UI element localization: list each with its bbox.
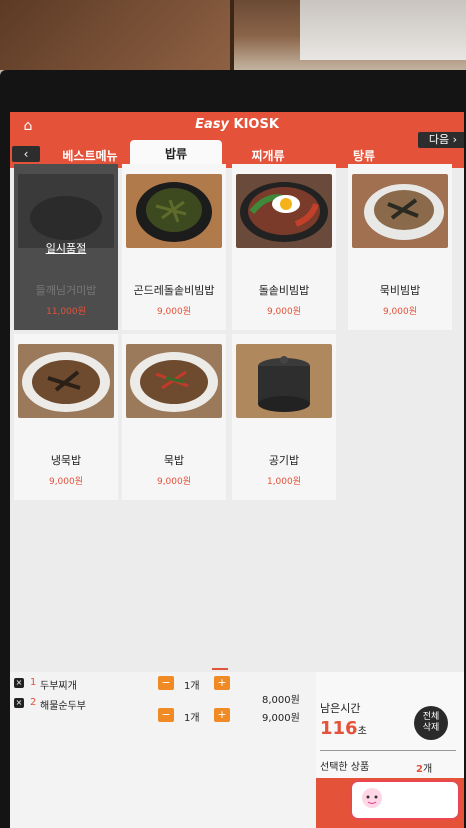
menu-item-soldout: 일시품절 들깨님거미밥 11,000원 [14,164,118,330]
background-window [300,0,466,60]
remove-item-button[interactable]: × [14,698,24,708]
food-photo [236,344,332,418]
background-window-frame [0,0,234,70]
decrease-qty-button[interactable]: − [158,676,174,690]
time-value: 116 [320,718,358,739]
clear-label-2: 삭제 [422,723,440,733]
food-photo [126,344,222,418]
menu-item-name: 냉묵밥 [50,454,82,467]
time-remaining: 116초 [320,718,367,739]
menu-item-price: 1,000원 [266,477,302,487]
row-number: 2 [30,697,37,708]
menu-item-mukbap[interactable]: 묵밥 9,000원 [122,334,226,500]
menu-item-name: 들깨님거미밥 [35,284,97,297]
menu-item-dolsot-bibimbap[interactable]: 돌솥비빔밥 9,000원 [232,164,336,330]
food-photo [236,174,332,248]
selected-count-value: 2 [416,764,423,775]
time-label: 남은시간 [320,702,361,715]
blog-watermark [352,782,458,818]
tab-stew[interactable]: 찌개류 [222,146,314,166]
remove-item-button[interactable]: × [14,678,24,688]
decrease-qty-button[interactable]: − [158,708,174,722]
menu-item-price: 11,000원 [46,307,86,317]
divider [320,750,456,751]
prev-category-button[interactable]: ‹ [12,146,40,162]
brand-title: Easy KIOSK [10,117,464,132]
tab-best[interactable]: 베스트메뉴 [50,146,130,166]
menu-item-name: 공기밥 [268,454,300,467]
menu-item-name: 돌솥비빔밥 [258,284,310,297]
menu-item-name: 곤드레돌솥비빔밥 [133,284,215,297]
increase-qty-button[interactable]: + [214,676,230,690]
brand-prefix: Easy [195,117,229,132]
row-qty: 1개 [184,713,200,724]
selected-label: 선택한 상품 [320,762,370,773]
row-price: 9,000원 [262,713,300,724]
tab-soup[interactable]: 탕류 [318,146,410,166]
menu-item-gonggibap[interactable]: 공기밥 1,000원 [232,334,336,500]
food-photo [18,174,114,248]
soldout-label: 일시품절 [45,242,87,255]
menu-item-name: 묵밥 [163,454,185,467]
increase-qty-button[interactable]: + [214,708,230,722]
menu-item-price: 9,000원 [156,307,192,317]
menu-item-name: 묵비빔밥 [379,284,421,297]
next-category-button[interactable]: 다음 › [418,132,464,148]
category-tabs: ‹ 베스트메뉴 밥류 찌개류 탕류 다음 › [10,132,464,166]
menu-item-price: 9,000원 [266,307,302,317]
clear-all-button[interactable]: 전체 삭제 [414,706,448,740]
row-number: 1 [30,677,37,688]
food-photo [18,344,114,418]
character-icon [362,788,382,808]
selected-count-unit: 개 [422,764,433,775]
food-photo [352,174,448,248]
header-bar: ⌂ Easy KIOSK [10,112,464,146]
menu-item-muk-bibimbap[interactable]: 묵비빔밥 9,000원 [348,164,452,330]
clear-label-1: 전체 [422,712,440,722]
selected-count: 2개 [416,760,432,775]
cart-row-controls: − 1개 + 9,000원 [14,708,314,728]
menu-item-gondre-bibimbap[interactable]: 곤드레돌솥비빔밥 9,000원 [122,164,226,330]
tab-rice[interactable]: 밥류 [130,140,222,166]
menu-item-naeng-mukbap[interactable]: 냉묵밥 9,000원 [14,334,118,500]
menu-item-price: 9,000원 [382,307,418,317]
menu-item-price: 9,000원 [156,477,192,487]
brand-suffix: KIOSK [233,117,279,132]
time-unit: 초 [357,726,367,737]
kiosk-screen: ⌂ Easy KIOSK ‹ 베스트메뉴 밥류 찌개류 탕류 다음 › 일시품절… [10,112,464,828]
scroll-indicator [212,668,228,670]
food-photo [126,174,222,248]
menu-item-price: 9,000원 [48,477,84,487]
